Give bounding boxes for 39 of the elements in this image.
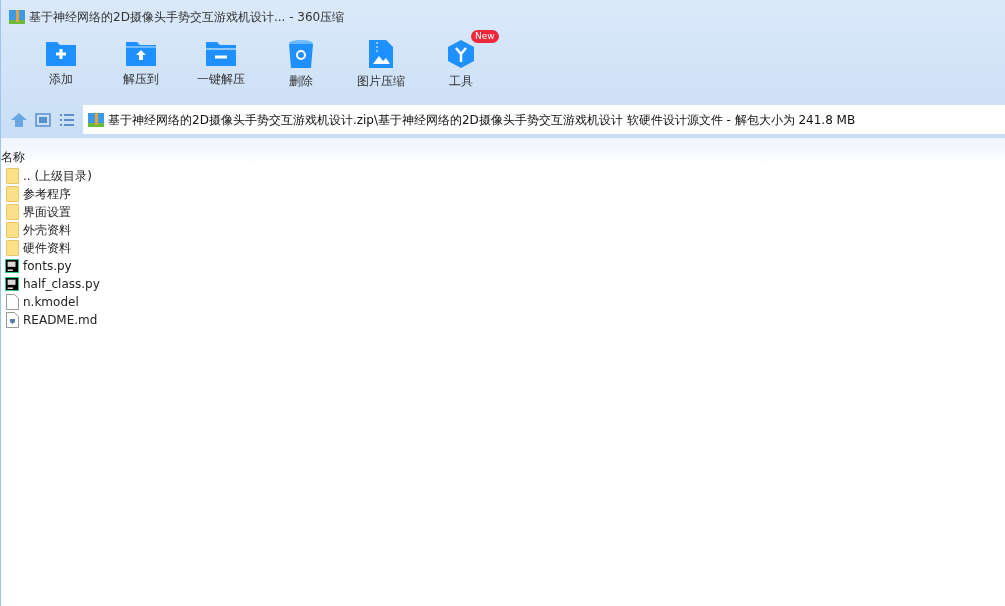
thumbnail-view-icon[interactable] <box>35 112 51 127</box>
hexagon-y-icon <box>446 39 476 69</box>
code-file-icon <box>5 276 19 292</box>
archive-icon <box>9 9 25 24</box>
file-row[interactable]: 参考程序 <box>1 185 1005 203</box>
folder-minus-icon <box>205 39 237 67</box>
folder-plus-icon <box>45 39 77 67</box>
file-icon <box>5 294 19 310</box>
code-file-icon <box>5 258 19 274</box>
folder-icon <box>5 186 19 202</box>
toolbar-button[interactable]: 解压到 <box>101 33 181 95</box>
file-row[interactable]: n.kmodel <box>1 293 1005 311</box>
file-row[interactable]: .. (上级目录) <box>1 167 1005 185</box>
file-row[interactable]: 硬件资料 <box>1 239 1005 257</box>
image-file-icon <box>368 39 394 69</box>
file-row[interactable]: half_class.py <box>1 275 1005 293</box>
toolbar-button[interactable]: 图片压缩 <box>341 33 421 95</box>
toolbar-button[interactable]: 工具 New <box>421 33 501 95</box>
folder-icon <box>5 240 19 256</box>
file-row[interactable]: README.md <box>1 311 1005 329</box>
new-badge: New <box>471 30 499 43</box>
folder-icon <box>5 222 19 238</box>
column-header[interactable]: 名称 <box>1 151 25 165</box>
folder-upload-icon <box>125 39 157 67</box>
address-bar[interactable]: 基于神经网络的2D摄像头手势交互游戏机设计.zip\基于神经网络的2D摄像头手势交互游戏机设计 软硬件设计源文件 - 解包大小为 241.8 MB <box>83 105 1005 134</box>
archive-icon <box>88 112 104 127</box>
file-row[interactable]: 界面设置 <box>1 203 1005 221</box>
up-arrow-icon[interactable] <box>11 112 27 127</box>
toolbar-button[interactable]: 一键解压 <box>181 33 261 95</box>
document-icon <box>5 312 19 328</box>
recycle-bin-icon <box>288 39 314 69</box>
folder-icon <box>5 168 19 184</box>
toolbar-button[interactable]: 添加 <box>21 33 101 95</box>
file-row[interactable]: 外壳资料 <box>1 221 1005 239</box>
window-title: 基于神经网络的2D摄像头手势交互游戏机设计... - 360压缩 <box>29 8 345 26</box>
folder-icon <box>5 204 19 220</box>
list-view-icon[interactable] <box>59 112 75 127</box>
toolbar-button[interactable]: 删除 <box>261 33 341 95</box>
file-row[interactable]: fonts.py <box>1 257 1005 275</box>
